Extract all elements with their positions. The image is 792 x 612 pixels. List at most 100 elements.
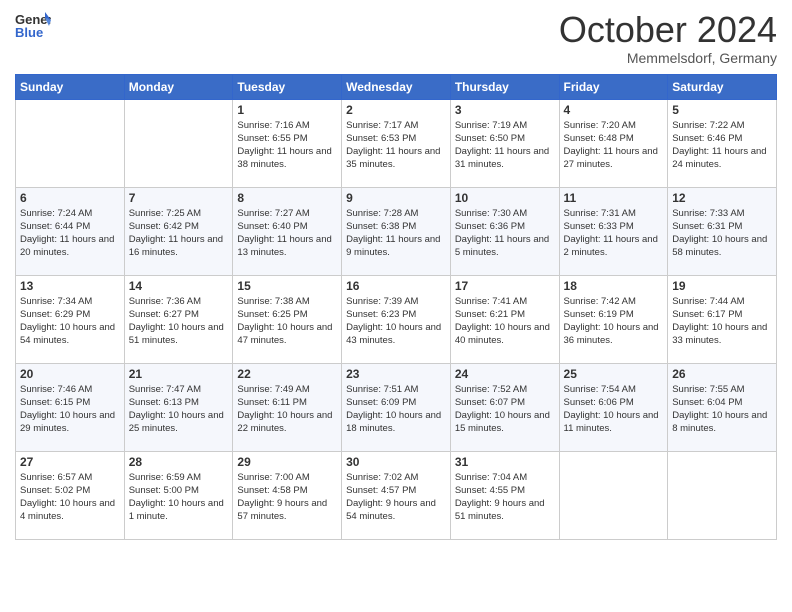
- day-info: Sunrise: 7:47 AMSunset: 6:13 PMDaylight:…: [129, 383, 229, 436]
- day-cell-5-6: [559, 451, 668, 539]
- day-cell-2-2: 7 Sunrise: 7:25 AMSunset: 6:42 PMDaylight…: [124, 187, 233, 275]
- header-sunday: Sunday: [16, 74, 125, 99]
- day-cell-1-1: [16, 99, 125, 187]
- day-cell-1-2: [124, 99, 233, 187]
- day-cell-3-1: 13 Sunrise: 7:34 AMSunset: 6:29 PMDayligh…: [16, 275, 125, 363]
- day-info: Sunrise: 7:33 AMSunset: 6:31 PMDaylight:…: [672, 207, 772, 260]
- header-wednesday: Wednesday: [342, 74, 451, 99]
- day-number: 4: [564, 103, 664, 117]
- day-info: Sunrise: 7:24 AMSunset: 6:44 PMDaylight:…: [20, 207, 120, 260]
- day-number: 26: [672, 367, 772, 381]
- day-cell-4-1: 20 Sunrise: 7:46 AMSunset: 6:15 PMDayligh…: [16, 363, 125, 451]
- day-number: 19: [672, 279, 772, 293]
- calendar-table: Sunday Monday Tuesday Wednesday Thursday…: [15, 74, 777, 540]
- day-cell-5-3: 29 Sunrise: 7:00 AMSunset: 4:58 PMDayligh…: [233, 451, 342, 539]
- day-cell-5-2: 28 Sunrise: 6:59 AMSunset: 5:00 PMDayligh…: [124, 451, 233, 539]
- day-info: Sunrise: 7:22 AMSunset: 6:46 PMDaylight:…: [672, 119, 772, 172]
- day-cell-2-3: 8 Sunrise: 7:27 AMSunset: 6:40 PMDaylight…: [233, 187, 342, 275]
- week-row-5: 27Sunrise: 6:57 AMSunset: 5:02 PMDayligh…: [16, 451, 777, 539]
- day-cell-2-5: 10 Sunrise: 7:30 AMSunset: 6:36 PMDayligh…: [450, 187, 559, 275]
- day-info: Sunrise: 7:39 AMSunset: 6:23 PMDaylight:…: [346, 295, 446, 348]
- day-cell-5-5: 31 Sunrise: 7:04 AMSunset: 4:55 PMDayligh…: [450, 451, 559, 539]
- day-cell-1-5: 3 Sunrise: 7:19 AMSunset: 6:50 PMDaylight…: [450, 99, 559, 187]
- day-info: Sunrise: 7:19 AMSunset: 6:50 PMDaylight:…: [455, 119, 555, 172]
- day-info: Sunrise: 7:54 AMSunset: 6:06 PMDaylight:…: [564, 383, 664, 436]
- day-cell-4-6: 25 Sunrise: 7:54 AMSunset: 6:06 PMDayligh…: [559, 363, 668, 451]
- day-cell-3-2: 14Sunrise: 7:36 AMSunset: 6:27 PMDayligh…: [124, 275, 233, 363]
- day-cell-3-4: 16 Sunrise: 7:39 AMSunset: 6:23 PMDayligh…: [342, 275, 451, 363]
- day-info: Sunrise: 7:04 AMSunset: 4:55 PMDaylight:…: [455, 471, 555, 524]
- day-number: 3: [455, 103, 555, 117]
- day-info: Sunrise: 7:41 AMSunset: 6:21 PMDaylight:…: [455, 295, 555, 348]
- day-info: Sunrise: 7:30 AMSunset: 6:36 PMDaylight:…: [455, 207, 555, 260]
- day-number: 21: [129, 367, 229, 381]
- day-number: 31: [455, 455, 555, 469]
- day-info: Sunrise: 7:00 AMSunset: 4:58 PMDaylight:…: [237, 471, 337, 524]
- day-number: 9: [346, 191, 446, 205]
- day-number: 8: [237, 191, 337, 205]
- day-cell-3-5: 17 Sunrise: 7:41 AMSunset: 6:21 PMDayligh…: [450, 275, 559, 363]
- day-number: 28: [129, 455, 229, 469]
- day-info: Sunrise: 7:44 AMSunset: 6:17 PMDaylight:…: [672, 295, 772, 348]
- day-number: 2: [346, 103, 446, 117]
- day-number: 6: [20, 191, 120, 205]
- day-number: 7: [129, 191, 229, 205]
- day-number: 20: [20, 367, 120, 381]
- day-info: Sunrise: 7:27 AMSunset: 6:40 PMDaylight:…: [237, 207, 337, 260]
- day-cell-1-7: 5 Sunrise: 7:22 AMSunset: 6:46 PMDaylight…: [668, 99, 777, 187]
- title-block: October 2024 Memmelsdorf, Germany: [559, 10, 777, 66]
- month-title: October 2024: [559, 10, 777, 50]
- day-cell-3-7: 19 Sunrise: 7:44 AMSunset: 6:17 PMDayligh…: [668, 275, 777, 363]
- day-cell-5-1: 27Sunrise: 6:57 AMSunset: 5:02 PMDayligh…: [16, 451, 125, 539]
- day-number: 5: [672, 103, 772, 117]
- day-number: 10: [455, 191, 555, 205]
- day-info: Sunrise: 7:34 AMSunset: 6:29 PMDaylight:…: [20, 295, 120, 348]
- day-cell-5-4: 30 Sunrise: 7:02 AMSunset: 4:57 PMDayligh…: [342, 451, 451, 539]
- day-number: 11: [564, 191, 664, 205]
- day-number: 27: [20, 455, 120, 469]
- day-info: Sunrise: 7:55 AMSunset: 6:04 PMDaylight:…: [672, 383, 772, 436]
- day-cell-1-6: 4 Sunrise: 7:20 AMSunset: 6:48 PMDaylight…: [559, 99, 668, 187]
- day-cell-3-3: 15Sunrise: 7:38 AMSunset: 6:25 PMDayligh…: [233, 275, 342, 363]
- day-cell-1-4: 2 Sunrise: 7:17 AMSunset: 6:53 PMDaylight…: [342, 99, 451, 187]
- day-number: 25: [564, 367, 664, 381]
- day-info: Sunrise: 7:38 AMSunset: 6:25 PMDaylight:…: [237, 295, 337, 348]
- day-info: Sunrise: 7:17 AMSunset: 6:53 PMDaylight:…: [346, 119, 446, 172]
- day-cell-4-3: 22Sunrise: 7:49 AMSunset: 6:11 PMDayligh…: [233, 363, 342, 451]
- day-info: Sunrise: 7:46 AMSunset: 6:15 PMDaylight:…: [20, 383, 120, 436]
- day-info: Sunrise: 7:42 AMSunset: 6:19 PMDaylight:…: [564, 295, 664, 348]
- day-number: 24: [455, 367, 555, 381]
- header-thursday: Thursday: [450, 74, 559, 99]
- week-row-2: 6 Sunrise: 7:24 AMSunset: 6:44 PMDaylight…: [16, 187, 777, 275]
- logo-icon: General Blue: [15, 10, 51, 40]
- day-info: Sunrise: 7:20 AMSunset: 6:48 PMDaylight:…: [564, 119, 664, 172]
- day-cell-2-6: 11 Sunrise: 7:31 AMSunset: 6:33 PMDayligh…: [559, 187, 668, 275]
- week-row-1: 1 Sunrise: 7:16 AMSunset: 6:55 PMDaylight…: [16, 99, 777, 187]
- day-cell-4-4: 23Sunrise: 7:51 AMSunset: 6:09 PMDayligh…: [342, 363, 451, 451]
- day-number: 1: [237, 103, 337, 117]
- header: General Blue October 2024 Memmelsdorf, G…: [15, 10, 777, 66]
- day-info: Sunrise: 7:52 AMSunset: 6:07 PMDaylight:…: [455, 383, 555, 436]
- day-info: Sunrise: 6:59 AMSunset: 5:00 PMDaylight:…: [129, 471, 229, 524]
- day-number: 13: [20, 279, 120, 293]
- day-number: 29: [237, 455, 337, 469]
- day-cell-3-6: 18Sunrise: 7:42 AMSunset: 6:19 PMDayligh…: [559, 275, 668, 363]
- header-monday: Monday: [124, 74, 233, 99]
- day-cell-4-7: 26 Sunrise: 7:55 AMSunset: 6:04 PMDayligh…: [668, 363, 777, 451]
- day-cell-2-4: 9 Sunrise: 7:28 AMSunset: 6:38 PMDaylight…: [342, 187, 451, 275]
- day-number: 17: [455, 279, 555, 293]
- header-saturday: Saturday: [668, 74, 777, 99]
- weekday-header-row: Sunday Monday Tuesday Wednesday Thursday…: [16, 74, 777, 99]
- day-info: Sunrise: 7:31 AMSunset: 6:33 PMDaylight:…: [564, 207, 664, 260]
- day-cell-2-1: 6 Sunrise: 7:24 AMSunset: 6:44 PMDaylight…: [16, 187, 125, 275]
- day-number: 30: [346, 455, 446, 469]
- day-info: Sunrise: 7:49 AMSunset: 6:11 PMDaylight:…: [237, 383, 337, 436]
- day-cell-1-3: 1 Sunrise: 7:16 AMSunset: 6:55 PMDaylight…: [233, 99, 342, 187]
- header-tuesday: Tuesday: [233, 74, 342, 99]
- day-info: Sunrise: 7:02 AMSunset: 4:57 PMDaylight:…: [346, 471, 446, 524]
- day-info: Sunrise: 7:28 AMSunset: 6:38 PMDaylight:…: [346, 207, 446, 260]
- day-info: Sunrise: 7:16 AMSunset: 6:55 PMDaylight:…: [237, 119, 337, 172]
- day-cell-4-5: 24 Sunrise: 7:52 AMSunset: 6:07 PMDayligh…: [450, 363, 559, 451]
- day-info: Sunrise: 7:25 AMSunset: 6:42 PMDaylight:…: [129, 207, 229, 260]
- day-number: 16: [346, 279, 446, 293]
